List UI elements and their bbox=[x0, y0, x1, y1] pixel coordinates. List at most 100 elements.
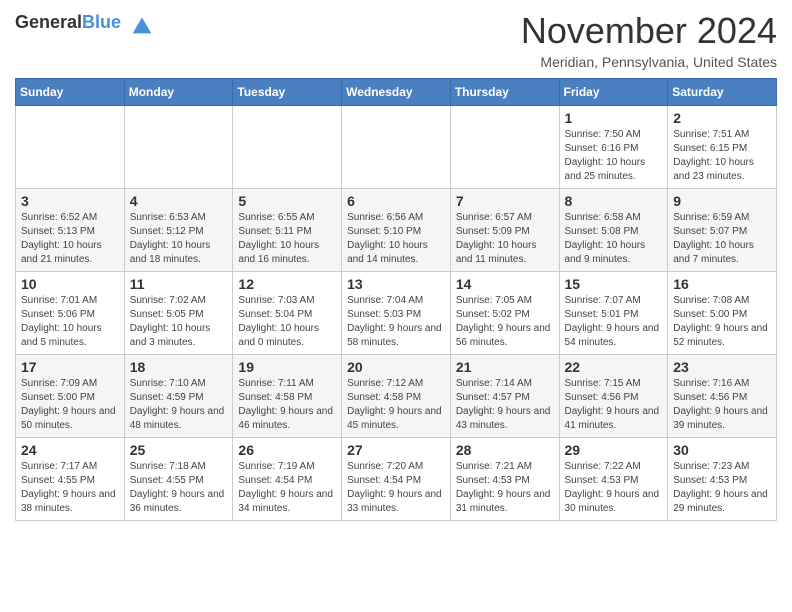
day-number: 14 bbox=[456, 276, 554, 292]
day-info: Sunrise: 6:56 AMSunset: 5:10 PMDaylight:… bbox=[347, 211, 445, 267]
day-number: 22 bbox=[565, 359, 663, 375]
calendar-cell: 19Sunrise: 7:11 AMSunset: 4:58 PMDayligh… bbox=[233, 355, 342, 438]
day-of-week-thursday: Thursday bbox=[450, 79, 559, 106]
day-info: Sunrise: 6:55 AMSunset: 5:11 PMDaylight:… bbox=[238, 211, 336, 267]
day-of-week-friday: Friday bbox=[559, 79, 668, 106]
calendar-cell: 15 Sunrise: 7:07 AMSunset: 5:01 PMDayligh… bbox=[559, 272, 668, 355]
calendar-cell: 8 Sunrise: 6:58 AMSunset: 5:08 PMDaylight… bbox=[559, 189, 668, 272]
logo-icon bbox=[128, 10, 156, 38]
calendar-cell: 4 Sunrise: 6:53 AMSunset: 5:12 PMDaylight… bbox=[124, 189, 233, 272]
calendar-cell bbox=[342, 106, 451, 189]
day-info: Sunrise: 6:58 AMSunset: 5:08 PMDaylight:… bbox=[565, 211, 663, 267]
calendar-cell: 24 Sunrise: 7:17 AMSunset: 4:55 PMDayligh… bbox=[16, 438, 125, 521]
calendar-cell: 10Sunrise: 7:01 AMSunset: 5:06 PMDayligh… bbox=[16, 272, 125, 355]
day-info: Sunrise: 7:04 AMSunset: 5:03 PMDaylight:… bbox=[347, 294, 445, 350]
day-info: Sunrise: 7:14 AMSunset: 4:57 PMDaylight:… bbox=[456, 377, 554, 433]
header: GeneralBlue November 2024 Meridian, Penn… bbox=[15, 10, 777, 70]
day-number: 20 bbox=[347, 359, 445, 375]
day-number: 30 bbox=[673, 442, 771, 458]
day-info: Sunrise: 7:20 AMSunset: 4:54 PMDaylight:… bbox=[347, 460, 445, 516]
day-number: 1 bbox=[565, 110, 663, 126]
day-info: Sunrise: 7:50 AMSunset: 6:16 PMDaylight:… bbox=[565, 128, 663, 184]
calendar-body: 1 Sunrise: 7:50 AMSunset: 6:16 PMDaylight… bbox=[16, 106, 777, 521]
calendar-cell bbox=[233, 106, 342, 189]
day-number: 4 bbox=[130, 193, 228, 209]
day-of-week-wednesday: Wednesday bbox=[342, 79, 451, 106]
day-info: Sunrise: 7:18 AMSunset: 4:55 PMDaylight:… bbox=[130, 460, 228, 516]
days-of-week-row: SundayMondayTuesdayWednesdayThursdayFrid… bbox=[16, 79, 777, 106]
calendar-cell: 3 Sunrise: 6:52 AMSunset: 5:13 PMDaylight… bbox=[16, 189, 125, 272]
day-info: Sunrise: 7:17 AMSunset: 4:55 PMDaylight:… bbox=[21, 460, 119, 516]
day-number: 18 bbox=[130, 359, 228, 375]
calendar-cell: 13Sunrise: 7:04 AMSunset: 5:03 PMDayligh… bbox=[342, 272, 451, 355]
calendar-cell: 21Sunrise: 7:14 AMSunset: 4:57 PMDayligh… bbox=[450, 355, 559, 438]
calendar-cell: 25 Sunrise: 7:18 AMSunset: 4:55 PMDayligh… bbox=[124, 438, 233, 521]
day-of-week-monday: Monday bbox=[124, 79, 233, 106]
day-info: Sunrise: 6:53 AMSunset: 5:12 PMDaylight:… bbox=[130, 211, 228, 267]
location: Meridian, Pennsylvania, United States bbox=[521, 54, 777, 70]
day-number: 10 bbox=[21, 276, 119, 292]
day-info: Sunrise: 7:23 AMSunset: 4:53 PMDaylight:… bbox=[673, 460, 771, 516]
day-number: 2 bbox=[673, 110, 771, 126]
calendar-cell: 30 Sunrise: 7:23 AMSunset: 4:53 PMDayligh… bbox=[668, 438, 777, 521]
day-info: Sunrise: 7:15 AMSunset: 4:56 PMDaylight:… bbox=[565, 377, 663, 433]
calendar-cell: 26 Sunrise: 7:19 AMSunset: 4:54 PMDayligh… bbox=[233, 438, 342, 521]
calendar-cell bbox=[450, 106, 559, 189]
calendar-page: GeneralBlue November 2024 Meridian, Penn… bbox=[0, 0, 792, 531]
calendar-table: SundayMondayTuesdayWednesdayThursdayFrid… bbox=[15, 78, 777, 521]
day-number: 28 bbox=[456, 442, 554, 458]
week-row-4: 24 Sunrise: 7:17 AMSunset: 4:55 PMDayligh… bbox=[16, 438, 777, 521]
week-row-2: 10Sunrise: 7:01 AMSunset: 5:06 PMDayligh… bbox=[16, 272, 777, 355]
calendar-cell: 23Sunrise: 7:16 AMSunset: 4:56 PMDayligh… bbox=[668, 355, 777, 438]
day-number: 6 bbox=[347, 193, 445, 209]
day-number: 17 bbox=[21, 359, 119, 375]
calendar-cell bbox=[124, 106, 233, 189]
day-of-week-saturday: Saturday bbox=[668, 79, 777, 106]
day-number: 5 bbox=[238, 193, 336, 209]
day-number: 9 bbox=[673, 193, 771, 209]
day-number: 8 bbox=[565, 193, 663, 209]
day-info: Sunrise: 6:59 AMSunset: 5:07 PMDaylight:… bbox=[673, 211, 771, 267]
day-info: Sunrise: 7:11 AMSunset: 4:58 PMDaylight:… bbox=[238, 377, 336, 433]
calendar-cell: 28 Sunrise: 7:21 AMSunset: 4:53 PMDayligh… bbox=[450, 438, 559, 521]
day-number: 3 bbox=[21, 193, 119, 209]
calendar-cell: 12Sunrise: 7:03 AMSunset: 5:04 PMDayligh… bbox=[233, 272, 342, 355]
day-number: 7 bbox=[456, 193, 554, 209]
day-number: 11 bbox=[130, 276, 228, 292]
day-info: Sunrise: 7:09 AMSunset: 5:00 PMDaylight:… bbox=[21, 377, 119, 433]
calendar-cell bbox=[16, 106, 125, 189]
day-info: Sunrise: 7:02 AMSunset: 5:05 PMDaylight:… bbox=[130, 294, 228, 350]
day-info: Sunrise: 6:52 AMSunset: 5:13 PMDaylight:… bbox=[21, 211, 119, 267]
calendar-header: SundayMondayTuesdayWednesdayThursdayFrid… bbox=[16, 79, 777, 106]
calendar-cell: 6 Sunrise: 6:56 AMSunset: 5:10 PMDaylight… bbox=[342, 189, 451, 272]
day-number: 15 bbox=[565, 276, 663, 292]
logo-blue: Blue bbox=[82, 12, 121, 32]
day-info: Sunrise: 7:19 AMSunset: 4:54 PMDaylight:… bbox=[238, 460, 336, 516]
week-row-0: 1 Sunrise: 7:50 AMSunset: 6:16 PMDaylight… bbox=[16, 106, 777, 189]
logo: GeneralBlue bbox=[15, 10, 156, 38]
calendar-cell: 29 Sunrise: 7:22 AMSunset: 4:53 PMDayligh… bbox=[559, 438, 668, 521]
logo-general: General bbox=[15, 12, 82, 32]
day-number: 12 bbox=[238, 276, 336, 292]
title-block: November 2024 Meridian, Pennsylvania, Un… bbox=[521, 10, 777, 70]
day-number: 29 bbox=[565, 442, 663, 458]
day-number: 25 bbox=[130, 442, 228, 458]
calendar-cell: 17 Sunrise: 7:09 AMSunset: 5:00 PMDayligh… bbox=[16, 355, 125, 438]
day-info: Sunrise: 7:16 AMSunset: 4:56 PMDaylight:… bbox=[673, 377, 771, 433]
week-row-1: 3 Sunrise: 6:52 AMSunset: 5:13 PMDaylight… bbox=[16, 189, 777, 272]
logo-text: GeneralBlue bbox=[15, 12, 126, 32]
day-number: 26 bbox=[238, 442, 336, 458]
day-number: 27 bbox=[347, 442, 445, 458]
day-info: Sunrise: 7:12 AMSunset: 4:58 PMDaylight:… bbox=[347, 377, 445, 433]
day-info: Sunrise: 7:51 AMSunset: 6:15 PMDaylight:… bbox=[673, 128, 771, 184]
week-row-3: 17 Sunrise: 7:09 AMSunset: 5:00 PMDayligh… bbox=[16, 355, 777, 438]
day-info: Sunrise: 7:21 AMSunset: 4:53 PMDaylight:… bbox=[456, 460, 554, 516]
day-number: 16 bbox=[673, 276, 771, 292]
day-info: Sunrise: 7:22 AMSunset: 4:53 PMDaylight:… bbox=[565, 460, 663, 516]
day-number: 24 bbox=[21, 442, 119, 458]
day-info: Sunrise: 7:10 AMSunset: 4:59 PMDaylight:… bbox=[130, 377, 228, 433]
day-info: Sunrise: 7:05 AMSunset: 5:02 PMDaylight:… bbox=[456, 294, 554, 350]
day-info: Sunrise: 6:57 AMSunset: 5:09 PMDaylight:… bbox=[456, 211, 554, 267]
day-of-week-tuesday: Tuesday bbox=[233, 79, 342, 106]
day-info: Sunrise: 7:07 AMSunset: 5:01 PMDaylight:… bbox=[565, 294, 663, 350]
